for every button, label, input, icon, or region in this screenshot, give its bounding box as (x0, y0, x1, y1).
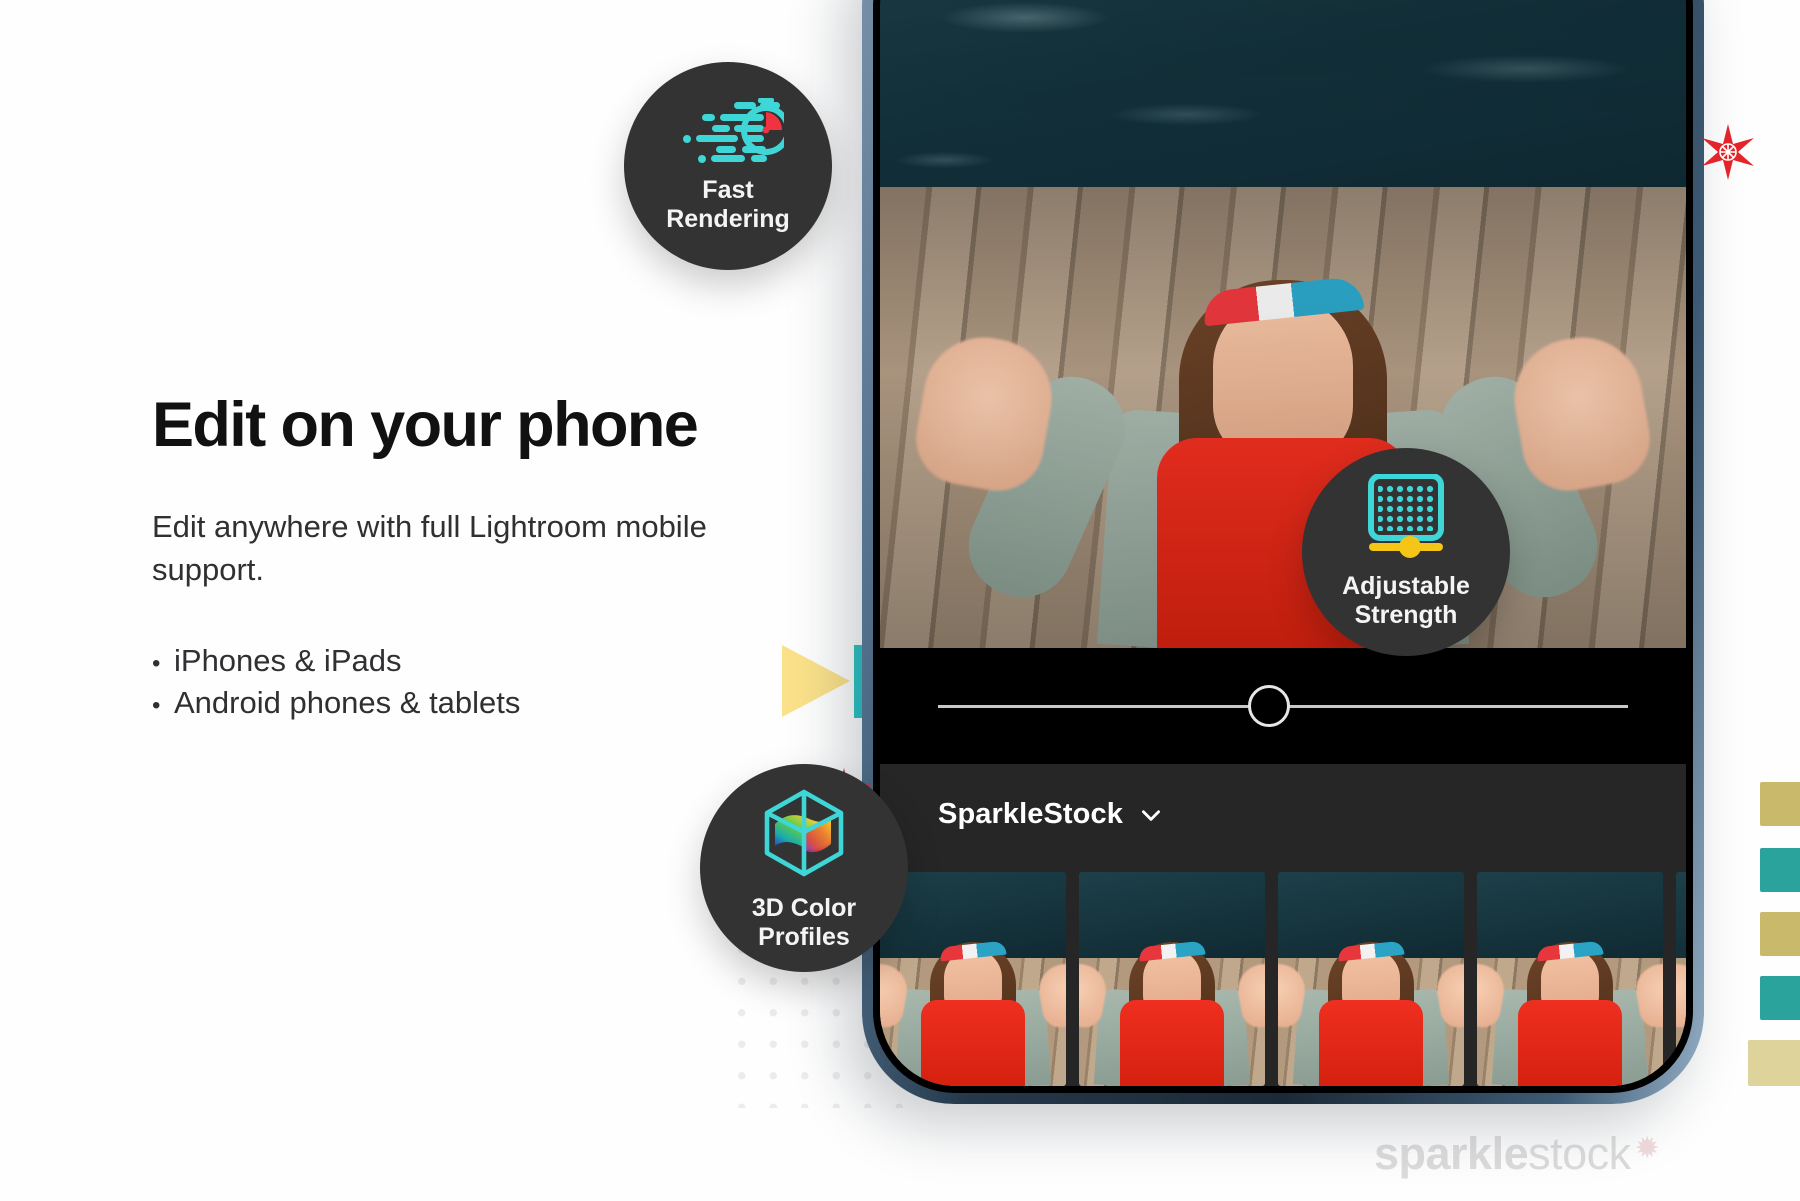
copy-block: Edit on your phone Edit anywhere with fu… (152, 392, 812, 723)
subtitle-text: Edit anywhere with full Lightroom mobile… (152, 509, 707, 587)
preset-panel: SparkleStock (880, 764, 1686, 1086)
color-cube-icon (764, 789, 844, 876)
preset-group-dropdown[interactable]: SparkleStock (938, 798, 1164, 831)
poster-canvas: Edit on your phone Edit anywhere with fu… (0, 0, 1800, 1201)
watermark-text: sparklestock (1374, 1128, 1631, 1180)
badge-3d-color-profiles-label: 3D Color Profiles (751, 893, 857, 952)
badge-adjustable-strength: Adjustable Strength (1302, 448, 1510, 656)
bullet-marker: • (152, 649, 161, 677)
star-top-right-icon (1702, 124, 1754, 180)
preset-thumbnail-strip[interactable] (880, 872, 1686, 1086)
page-title: Edit on your phone (152, 390, 699, 460)
badge-fast-rendering-label: Fast Rendering (666, 175, 790, 234)
preset-group-label: SparkleStock (938, 798, 1123, 830)
list-item: • Android phones & tablets (152, 682, 812, 724)
preset-thumb-1[interactable] (880, 872, 1066, 1086)
list-item-label: Android phones & tablets (174, 684, 521, 720)
preset-thumb-5[interactable] (1676, 872, 1686, 1086)
list-item-label: iPhones & iPads (174, 642, 402, 678)
edge-tab-2 (1760, 848, 1800, 892)
phone-mockup: SparkleStock (862, 0, 1704, 1104)
photo-water-background (880, 0, 1686, 217)
photo-preview (880, 0, 1686, 648)
sparklestock-watermark: sparklestock ✹ (1374, 1128, 1660, 1180)
edge-tab-1 (1760, 782, 1800, 826)
feature-bullet-list: • iPhones & iPads • Android phones & tab… (152, 640, 812, 724)
phone-screen: SparkleStock (880, 0, 1686, 1086)
edge-tab-5 (1748, 1040, 1800, 1086)
dotted-grid-slider-icon (1368, 473, 1444, 558)
bullet-marker: • (152, 691, 161, 719)
preset-thumb-3[interactable] (1278, 872, 1464, 1086)
edge-tab-3 (1760, 912, 1800, 956)
badge-3d-color-profiles: 3D Color Profiles (700, 764, 908, 972)
stopwatch-speed-icon (683, 97, 784, 163)
watermark-light: stock (1528, 1128, 1631, 1179)
list-item: • iPhones & iPads (152, 640, 812, 682)
play-triangle-icon (782, 645, 850, 717)
watermark-bold: sparkle (1374, 1128, 1529, 1179)
badge-fast-rendering: Fast Rendering (624, 62, 832, 270)
strength-slider-knob[interactable] (1248, 685, 1290, 727)
preset-thumb-2[interactable] (1079, 872, 1265, 1086)
phone-bezel: SparkleStock (873, 0, 1693, 1093)
badge-adjustable-strength-label: Adjustable Strength (1342, 571, 1470, 630)
preset-thumb-4[interactable] (1477, 872, 1663, 1086)
chevron-down-icon[interactable] (1138, 802, 1164, 828)
edge-tab-4 (1760, 976, 1800, 1020)
watermark-star-icon: ✹ (1634, 1132, 1660, 1165)
strength-slider-row (880, 648, 1686, 764)
